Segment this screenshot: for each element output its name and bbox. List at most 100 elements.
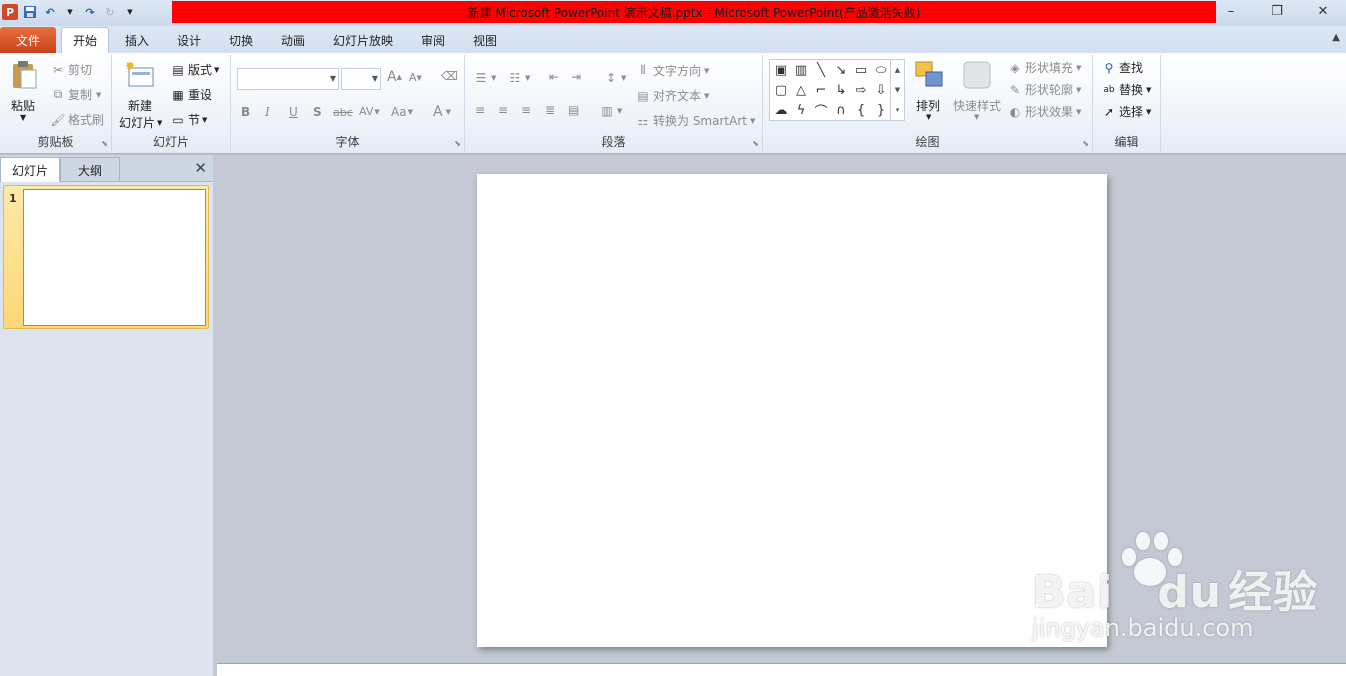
paste-button[interactable]: 粘贴	[11, 97, 35, 114]
minimize-button[interactable]: –	[1208, 0, 1254, 22]
tab-home[interactable]: 开始	[61, 27, 109, 53]
font-name-dropdown-icon[interactable]: ▼	[330, 74, 336, 83]
format-painter-button[interactable]: 🖌 格式刷	[50, 111, 104, 128]
line-spacing-button[interactable]: ↕ ▼	[603, 70, 626, 86]
ribbon-collapse-icon[interactable]: ▲	[1332, 32, 1340, 43]
italic-button[interactable]: I	[265, 105, 270, 119]
new-slide-button-line1[interactable]: 新建	[128, 97, 152, 114]
drawing-group-label: 绘图	[915, 135, 940, 149]
copy-button[interactable]: ⧉ 复制 ▼	[50, 86, 102, 103]
slide-thumbnail-item[interactable]: 1	[3, 185, 209, 329]
font-size-dropdown-icon[interactable]: ▼	[372, 74, 378, 83]
change-case-button[interactable]: Aa ▼	[391, 105, 413, 119]
font-name-combo[interactable]: ▼	[237, 68, 339, 90]
section-button[interactable]: ▭ 节 ▼	[170, 111, 207, 128]
shape-arc-icon[interactable]: ⌒	[812, 101, 830, 120]
align-text-button[interactable]: ▤ 对齐文本 ▼	[635, 87, 709, 104]
font-color-button[interactable]: A ▼	[433, 104, 451, 120]
shape-arrow-line-icon[interactable]: ↘	[832, 61, 850, 79]
shape-cloud-icon[interactable]: ☁	[772, 101, 790, 119]
shape-outline-button[interactable]: ✎ 形状轮廓 ▼	[1007, 81, 1081, 98]
decrease-indent-icon[interactable]: ⇤	[549, 70, 559, 84]
char-spacing-button[interactable]: AV ▼	[359, 105, 380, 118]
tab-view[interactable]: 视图	[462, 27, 508, 53]
undo-icon[interactable]: ↶	[42, 4, 58, 20]
new-slide-button[interactable]: 幻灯片 ▼	[119, 114, 162, 131]
font-dialog-launcher-icon[interactable]: ⬊	[454, 139, 461, 148]
shape-rectangle-icon[interactable]: ▭	[852, 61, 870, 79]
reset-button[interactable]: ▦ 重设	[170, 86, 212, 103]
undo-dropdown-icon[interactable]: ▼	[62, 4, 78, 20]
tab-transitions[interactable]: 切换	[218, 27, 264, 53]
paste-dropdown-icon[interactable]: ▼	[20, 113, 26, 122]
align-center-icon[interactable]: ≡	[498, 103, 508, 117]
arrange-dropdown-icon[interactable]: ▼	[926, 113, 931, 121]
tab-design[interactable]: 设计	[166, 27, 212, 53]
increase-indent-icon[interactable]: ⇥	[571, 70, 581, 84]
shapes-scroll[interactable]: ▲ ▼ ▾	[890, 60, 904, 120]
text-shadow-button[interactable]: S	[313, 105, 322, 119]
strikethrough-button[interactable]: abc	[333, 106, 353, 119]
select-button[interactable]: ➚ 选择 ▼	[1101, 103, 1151, 120]
align-left-icon[interactable]: ≡	[475, 103, 485, 117]
align-right-icon[interactable]: ≡	[521, 103, 531, 117]
quick-styles-dropdown-icon[interactable]: ▼	[974, 113, 979, 121]
tab-animations[interactable]: 动画	[270, 27, 316, 53]
shape-elbow-connector-icon[interactable]: ⌐	[812, 81, 830, 99]
quick-styles-button[interactable]: 快速样式	[953, 97, 1001, 114]
restore-button[interactable]: ❐	[1254, 0, 1300, 22]
tab-outline-pane[interactable]: 大纲	[60, 157, 120, 182]
slide-thumbnail[interactable]	[23, 189, 206, 326]
text-direction-button[interactable]: ⫴ 文字方向 ▼	[635, 62, 709, 79]
shrink-font-button[interactable]: A ▼	[409, 71, 422, 84]
bold-button[interactable]: B	[241, 105, 250, 119]
shape-line-icon[interactable]: ╲	[812, 61, 830, 79]
repeat-icon[interactable]: ↻	[102, 4, 118, 20]
tab-file[interactable]: 文件	[0, 27, 56, 53]
bullets-button[interactable]: ☰ ▼	[473, 70, 497, 86]
close-button[interactable]: ✕	[1300, 0, 1346, 22]
shape-textbox-icon[interactable]: ▣	[772, 61, 790, 79]
find-button[interactable]: ⚲ 查找	[1101, 59, 1143, 76]
columns-button[interactable]: ▥ ▼	[599, 103, 622, 119]
slide-canvas[interactable]	[477, 174, 1107, 647]
pane-close-icon[interactable]: ✕	[194, 159, 207, 177]
shape-down-arrow-icon[interactable]: ⇩	[872, 81, 890, 99]
paragraph-dialog-launcher-icon[interactable]: ⬊	[752, 139, 759, 148]
arrange-button[interactable]: 排列	[916, 97, 940, 114]
clear-format-icon[interactable]: ⌫	[441, 69, 458, 83]
save-icon[interactable]	[22, 4, 38, 20]
tab-insert[interactable]: 插入	[114, 27, 160, 53]
distributed-icon[interactable]: ▤	[568, 103, 579, 117]
tab-slides-pane[interactable]: 幻灯片	[0, 157, 60, 182]
justify-icon[interactable]: ≣	[545, 103, 555, 117]
shape-triangle-icon[interactable]: △	[792, 81, 810, 99]
shape-oval-icon[interactable]: ⬭	[872, 61, 890, 79]
layout-button[interactable]: ▤ 版式 ▼	[170, 61, 219, 78]
tab-review[interactable]: 审阅	[410, 27, 456, 53]
shape-curve-icon[interactable]: ∩	[832, 101, 850, 119]
shape-left-brace-icon[interactable]: {	[852, 101, 870, 119]
tab-slideshow[interactable]: 幻灯片放映	[324, 27, 402, 53]
clipboard-dialog-launcher-icon[interactable]: ⬊	[101, 139, 108, 148]
shape-right-arrow-icon[interactable]: ⇨	[852, 81, 870, 99]
shape-right-brace-icon[interactable]: }	[872, 101, 890, 119]
shape-rounded-rect-icon[interactable]: ▢	[772, 81, 790, 99]
redo-icon[interactable]: ↷	[82, 4, 98, 20]
notes-pane[interactable]	[217, 663, 1346, 676]
drawing-dialog-launcher-icon[interactable]: ⬊	[1082, 139, 1089, 148]
replace-button[interactable]: ab 替换 ▼	[1101, 81, 1151, 98]
numbering-button[interactable]: ☷ ▼	[507, 70, 531, 86]
shape-vertical-textbox-icon[interactable]: ▥	[792, 61, 810, 79]
underline-button[interactable]: U	[289, 105, 298, 119]
shape-elbow-arrow-icon[interactable]: ↳	[832, 81, 850, 99]
customize-qat-icon[interactable]: ▼	[122, 4, 138, 20]
font-size-combo[interactable]: ▼	[341, 68, 381, 90]
shape-lightning-icon[interactable]: ϟ	[792, 101, 810, 119]
shape-effects-button[interactable]: ◐ 形状效果 ▼	[1007, 103, 1082, 120]
powerpoint-app-icon[interactable]: P	[2, 4, 18, 20]
shape-fill-button[interactable]: ◈ 形状填充 ▼	[1007, 59, 1081, 76]
convert-smartart-button[interactable]: ⚏ 转换为 SmartArt ▼	[635, 112, 756, 129]
cut-button[interactable]: ✂ 剪切	[50, 61, 92, 78]
grow-font-button[interactable]: A ▲	[387, 69, 402, 85]
